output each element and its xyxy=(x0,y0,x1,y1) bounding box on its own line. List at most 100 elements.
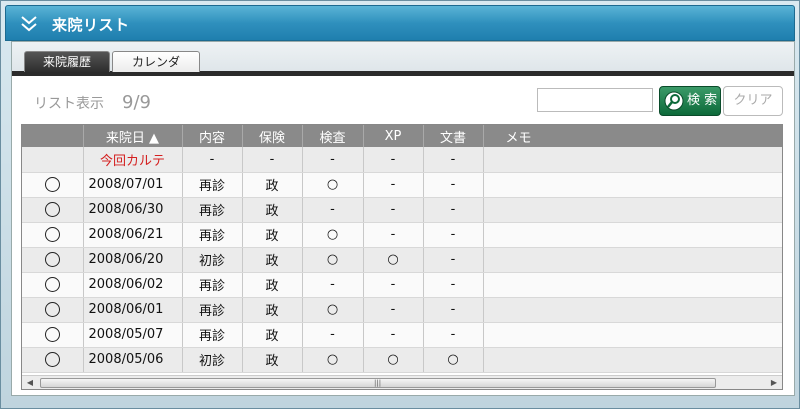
row-radio-button[interactable] xyxy=(44,302,60,317)
double-chevron-down-icon[interactable] xyxy=(20,15,38,33)
select-cell[interactable] xyxy=(22,172,84,198)
visit-list-window: 来院リスト 来院履歴 カレンダ リスト表示 9/9 検 索 クリア 来院日 ▲ … xyxy=(0,0,800,409)
xp-cell: - xyxy=(363,222,424,248)
insurance-cell: 政 xyxy=(242,222,303,248)
xp-cell: - xyxy=(363,172,424,198)
grip-icon: ||| xyxy=(374,379,382,387)
select-cell[interactable] xyxy=(22,347,84,373)
tab-calendar[interactable]: カレンダ xyxy=(112,51,200,72)
list-display-info: リスト表示 9/9 xyxy=(34,92,151,113)
exam-cell: ○ xyxy=(302,222,364,248)
scroll-right-arrow-icon[interactable]: ▶ xyxy=(766,376,782,389)
search-button[interactable]: 検 索 xyxy=(659,86,721,116)
visit-date-cell: 2008/06/21 xyxy=(83,222,183,248)
table-row[interactable]: 今回カルテ - - - - - xyxy=(22,147,782,173)
column-header-exam[interactable]: 検査 xyxy=(302,125,364,147)
select-cell[interactable] xyxy=(22,222,84,248)
insurance-cell: 政 xyxy=(242,247,303,273)
scrollbar-thumb[interactable]: ||| xyxy=(40,378,716,388)
column-header-insurance[interactable]: 保険 xyxy=(242,125,303,147)
memo-cell xyxy=(483,147,782,173)
list-display-label: リスト表示 xyxy=(34,96,104,112)
content-cell: 再診 xyxy=(182,322,243,348)
select-cell[interactable] xyxy=(22,147,84,173)
content-cell: 再診 xyxy=(182,297,243,323)
select-cell[interactable] xyxy=(22,247,84,273)
table-row[interactable]: 2008/05/06 初診政 ○ ○ ○ xyxy=(22,347,782,373)
xp-cell: - xyxy=(363,322,424,348)
visit-date-cell: 2008/06/01 xyxy=(83,297,183,323)
column-header-select xyxy=(22,125,84,147)
column-header-content[interactable]: 内容 xyxy=(182,125,243,147)
memo-cell xyxy=(483,247,782,273)
memo-cell xyxy=(483,172,782,198)
table-row[interactable]: 2008/06/21 再診政 ○ - - xyxy=(22,222,782,248)
select-cell[interactable] xyxy=(22,272,84,298)
visit-date-cell: 2008/06/20 xyxy=(83,247,183,273)
table-row[interactable]: 2008/06/02 再診政 - - - xyxy=(22,272,782,298)
clear-button[interactable]: クリア xyxy=(723,86,783,116)
exam-cell: - xyxy=(302,322,364,348)
memo-cell xyxy=(483,347,782,373)
select-cell[interactable] xyxy=(22,322,84,348)
table-body: 今回カルテ - - - - -2008/07/01 再診政 ○ - -2008/06/30 再診政 -… xyxy=(22,147,782,373)
exam-cell: ○ xyxy=(302,247,364,273)
exam-cell: - xyxy=(302,147,364,173)
search-input[interactable] xyxy=(537,88,653,112)
insurance-cell: - xyxy=(242,147,303,173)
exam-cell: ○ xyxy=(302,297,364,323)
row-radio-button[interactable] xyxy=(44,252,60,267)
column-header-document[interactable]: 文書 xyxy=(423,125,484,147)
document-cell: - xyxy=(423,322,484,348)
table-row[interactable]: 2008/06/01 再診政 ○ - - xyxy=(22,297,782,323)
row-radio-button[interactable] xyxy=(44,227,60,242)
title-bar: 来院リスト xyxy=(5,5,795,41)
document-cell: - xyxy=(423,297,484,323)
window-title: 来院リスト xyxy=(52,16,130,34)
document-cell: - xyxy=(423,272,484,298)
column-header-date[interactable]: 来院日 ▲ xyxy=(83,125,183,147)
scroll-left-arrow-icon[interactable]: ◀ xyxy=(22,376,38,389)
visit-date-cell: 今回カルテ xyxy=(83,147,183,173)
row-radio-button[interactable] xyxy=(44,177,60,192)
exam-cell: - xyxy=(302,197,364,223)
xp-cell: - xyxy=(363,272,424,298)
memo-cell xyxy=(483,297,782,323)
memo-cell xyxy=(483,222,782,248)
horizontal-scrollbar[interactable]: ◀ ||| ▶ xyxy=(22,375,782,389)
table-header-row: 来院日 ▲ 内容 保険 検査 XP 文書 メモ xyxy=(22,125,782,147)
memo-cell xyxy=(483,272,782,298)
table-row[interactable]: 2008/05/07 再診政 - - - xyxy=(22,322,782,348)
visit-date-cell: 2008/05/07 xyxy=(83,322,183,348)
tab-strip: 来院履歴 カレンダ xyxy=(12,42,794,76)
exam-cell: - xyxy=(302,272,364,298)
document-cell: - xyxy=(423,222,484,248)
table-row[interactable]: 2008/07/01 再診政 ○ - - xyxy=(22,172,782,198)
content-cell: - xyxy=(182,147,243,173)
row-radio-button[interactable] xyxy=(44,202,60,217)
column-header-memo[interactable]: メモ xyxy=(483,125,782,147)
content-cell: 再診 xyxy=(182,197,243,223)
row-radio-button[interactable] xyxy=(44,327,60,342)
content-cell: 再診 xyxy=(182,222,243,248)
insurance-cell: 政 xyxy=(242,297,303,323)
tab-visit-history[interactable]: 来院履歴 xyxy=(24,51,110,72)
document-cell: - xyxy=(423,197,484,223)
content-cell: 再診 xyxy=(182,272,243,298)
magnifier-icon xyxy=(664,91,684,111)
select-cell[interactable] xyxy=(22,197,84,223)
visit-date-cell: 2008/07/01 xyxy=(83,172,183,198)
column-header-xp[interactable]: XP xyxy=(363,125,424,147)
memo-cell xyxy=(483,322,782,348)
document-cell: ○ xyxy=(423,347,484,373)
table-row[interactable]: 2008/06/30 再診政 - - - xyxy=(22,197,782,223)
document-cell: - xyxy=(423,172,484,198)
insurance-cell: 政 xyxy=(242,272,303,298)
table-row[interactable]: 2008/06/20 初診政 ○ ○ - xyxy=(22,247,782,273)
row-radio-button[interactable] xyxy=(44,277,60,292)
xp-cell: - xyxy=(363,197,424,223)
select-cell[interactable] xyxy=(22,297,84,323)
row-radio-button[interactable] xyxy=(44,352,60,367)
content-cell: 再診 xyxy=(182,172,243,198)
xp-cell: - xyxy=(363,147,424,173)
